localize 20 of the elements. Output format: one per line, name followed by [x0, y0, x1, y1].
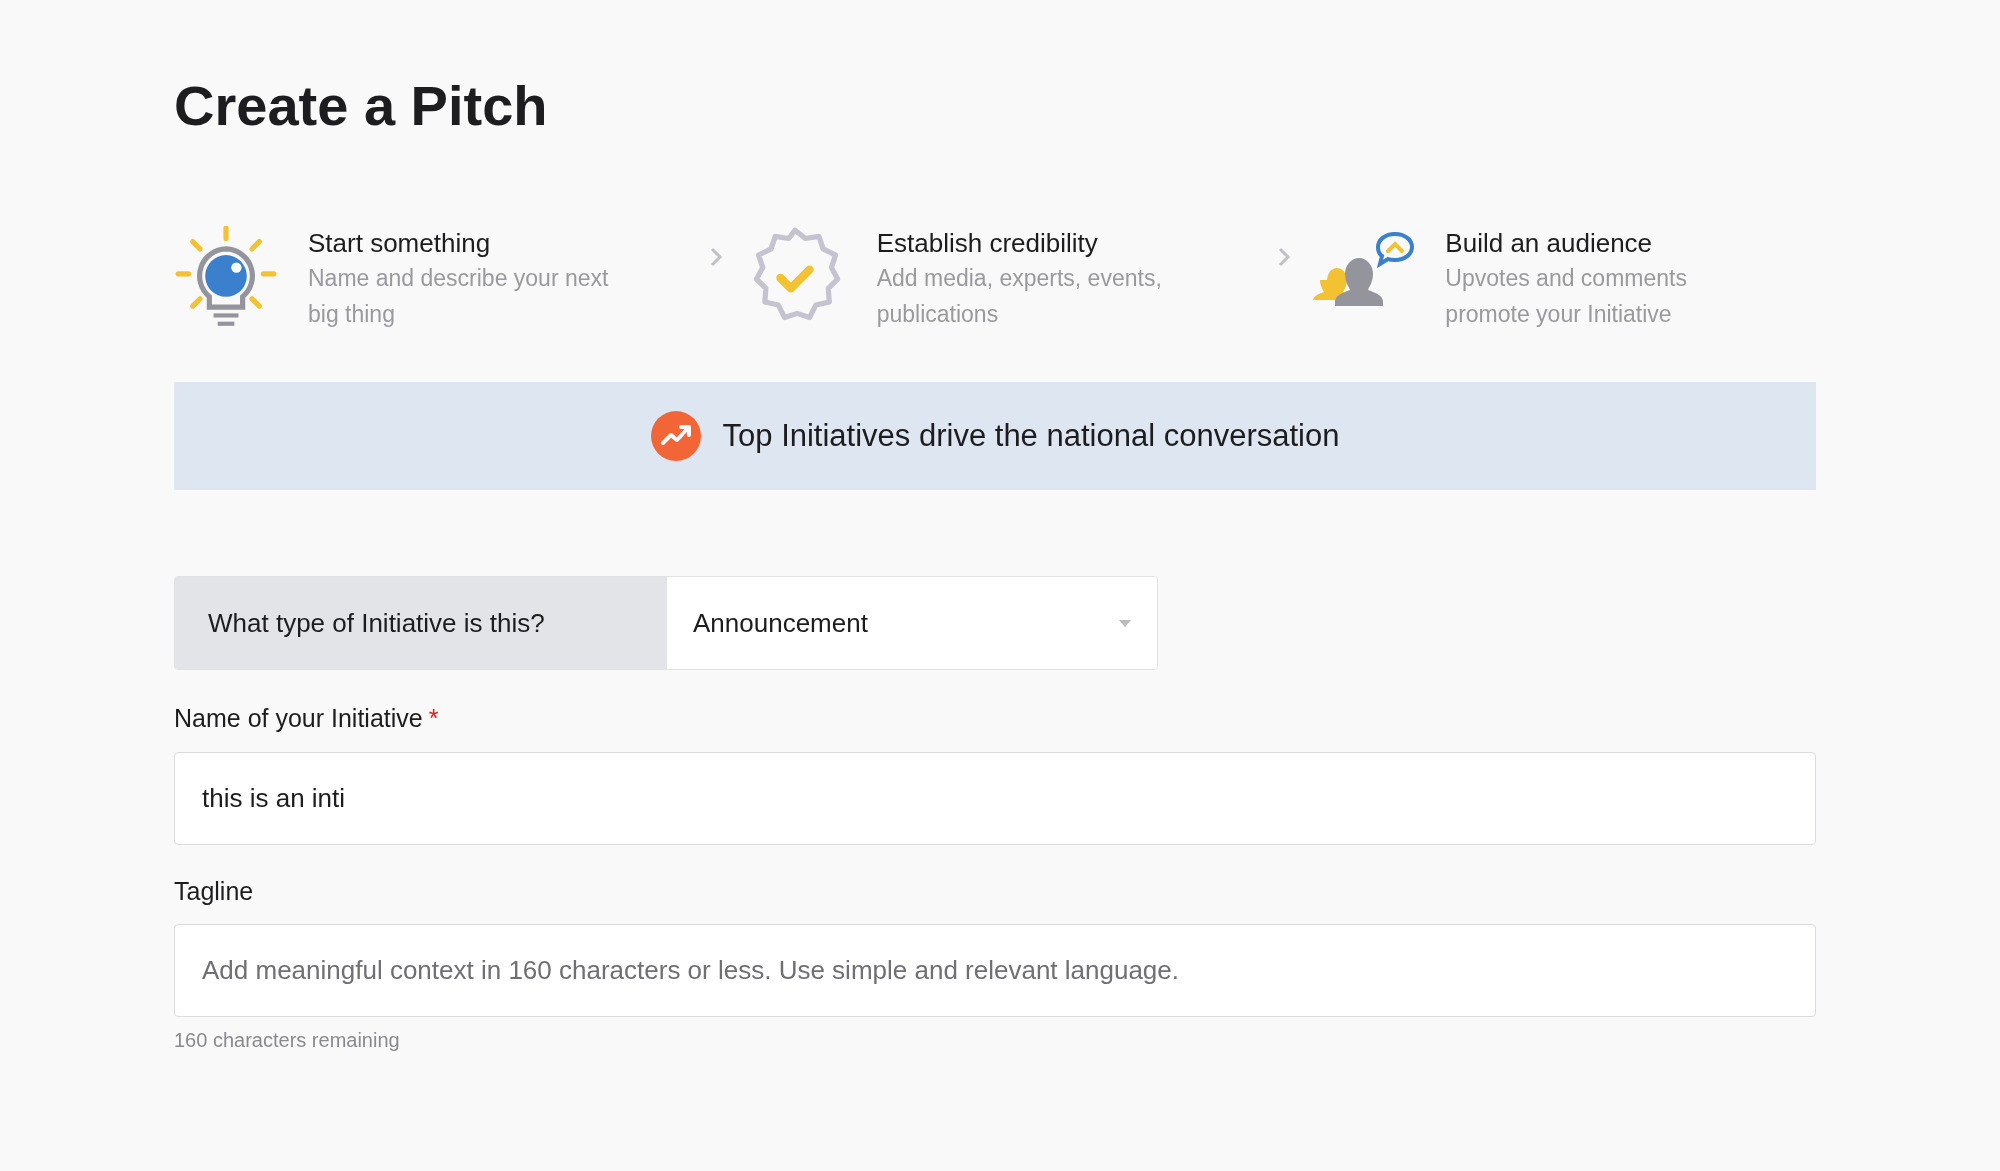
field-label: Tagline — [174, 875, 254, 907]
required-asterisk: * — [428, 703, 439, 734]
step-description: Add media, experts, events, publications — [876, 264, 1163, 329]
step-title: Establish credibility — [876, 227, 1099, 260]
field-label: Name of your Initiative — [174, 703, 423, 734]
type-dropdown[interactable]: Announcement — [667, 577, 1157, 669]
chevron-right-icon — [1277, 246, 1292, 268]
step-title: Build an audience — [1445, 227, 1654, 260]
step-title: Start something — [308, 227, 492, 260]
page-title: Create a Pitch — [174, 78, 549, 134]
character-counter: 160 characters remaining — [174, 1028, 401, 1053]
banner-text: Top Initiatives drive the national conversation — [722, 416, 1340, 455]
step-description: Name and describe your next big thing — [308, 264, 610, 329]
select-label: What type of Initiative is this? — [175, 577, 667, 669]
name-input[interactable]: this is an inti — [174, 751, 1816, 845]
chevron-right-icon — [708, 246, 723, 268]
step-description: Upvotes and comments promote your Initiative — [1445, 264, 1688, 329]
caret-down-icon — [1119, 619, 1131, 627]
trending-up-icon — [650, 411, 701, 461]
tagline-input[interactable]: Add meaningful context in 160 characters or less. Use simple and relevant language. — [174, 924, 1816, 1017]
